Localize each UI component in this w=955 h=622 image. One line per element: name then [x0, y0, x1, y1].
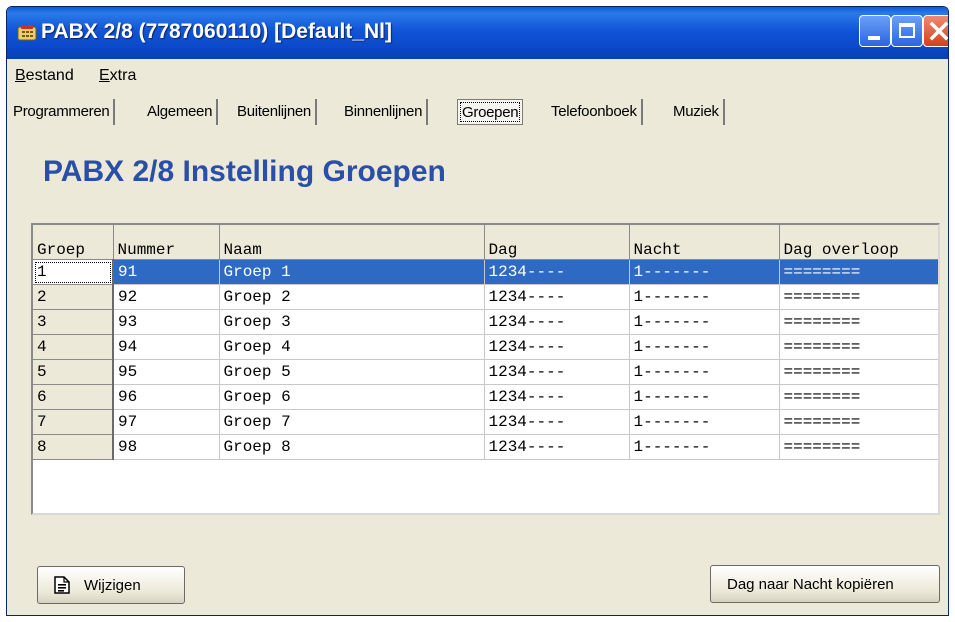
cell-dag[interactable]: 1234----	[484, 309, 630, 335]
col-header-nacht[interactable]: Nacht	[629, 225, 780, 260]
cell-dag-overloop[interactable]: ========	[779, 259, 938, 285]
menu-bestand-label: estand	[25, 67, 74, 84]
dag-naar-nacht-kopieren-button[interactable]: Dag naar Nacht kopiëren	[710, 565, 940, 603]
cell-nummer[interactable]: 96	[113, 384, 220, 410]
cell-nummer[interactable]: 97	[113, 409, 220, 435]
table-row[interactable]: 5 95 Groep 5 1234---- 1------- ========	[33, 359, 938, 385]
dag-naar-nacht-label: Dag naar Nacht kopiëren	[727, 576, 894, 593]
cell-dag-overloop[interactable]: ========	[779, 434, 938, 460]
table-row[interactable]: 4 94 Groep 4 1234---- 1------- ========	[33, 334, 938, 360]
cell-naam[interactable]: Groep 6	[219, 384, 485, 410]
menu-extra-label: xtra	[109, 67, 137, 84]
cell-dag-overloop[interactable]: ========	[779, 309, 938, 335]
cell-nummer[interactable]: 92	[113, 284, 220, 310]
cell-naam[interactable]: Groep 2	[219, 284, 485, 310]
cell-nacht[interactable]: 1-------	[629, 434, 780, 460]
cell-nummer[interactable]: 94	[113, 334, 220, 360]
table-row[interactable]: 8 98 Groep 8 1234---- 1------- ========	[33, 434, 938, 460]
cell-dag-overloop[interactable]: ========	[779, 409, 938, 435]
col-header-naam[interactable]: Naam	[219, 225, 485, 260]
row-header[interactable]: 4	[33, 334, 114, 360]
menu-extra-accel: E	[99, 67, 110, 84]
cell-nacht[interactable]: 1-------	[629, 384, 780, 410]
row-header[interactable]: 6	[33, 384, 114, 410]
minimize-button[interactable]	[859, 15, 891, 47]
cell-naam[interactable]: Groep 7	[219, 409, 485, 435]
page-title: PABX 2/8 Instelling Groepen	[43, 155, 446, 188]
menu-bestand[interactable]: Bestand	[15, 67, 74, 85]
tab-groepen[interactable]: Groepen	[457, 99, 524, 125]
cell-dag[interactable]: 1234----	[484, 359, 630, 385]
row-header[interactable]: 1	[33, 259, 114, 285]
cell-nummer[interactable]: 91	[113, 259, 220, 285]
cell-dag[interactable]: 1234----	[484, 434, 630, 460]
col-header-nummer[interactable]: Nummer	[113, 225, 220, 260]
title-bar[interactable]: PABX 2/8 (7787060110) [Default_Nl]	[7, 7, 948, 59]
tab-binnenlijnen[interactable]: Binnenlijnen	[340, 99, 429, 125]
cell-dag-overloop[interactable]: ========	[779, 359, 938, 385]
cell-naam[interactable]: Groep 3	[219, 309, 485, 335]
cell-dag-overloop[interactable]: ========	[779, 334, 938, 360]
row-header[interactable]: 3	[33, 309, 114, 335]
table-row[interactable]: 1 91 Groep 1 1234---- 1------- ========	[33, 259, 938, 285]
tab-strip: Programmeren Algemeen Buitenlijnen Binne…	[7, 97, 948, 131]
tab-algemeen[interactable]: Algemeen	[143, 99, 219, 125]
col-header-dag-overloop[interactable]: Dag overloop	[779, 225, 938, 260]
cell-nacht[interactable]: 1-------	[629, 284, 780, 310]
menu-extra[interactable]: Extra	[99, 67, 136, 85]
close-icon	[929, 21, 948, 41]
cell-nummer[interactable]: 95	[113, 359, 220, 385]
row-header[interactable]: 7	[33, 409, 114, 435]
table-row[interactable]: 3 93 Groep 3 1234---- 1------- ========	[33, 309, 938, 335]
cell-nacht[interactable]: 1-------	[629, 309, 780, 335]
table-row[interactable]: 7 97 Groep 7 1234---- 1------- ========	[33, 409, 938, 435]
cell-nacht[interactable]: 1-------	[629, 409, 780, 435]
col-header-groep[interactable]: Groep	[33, 225, 114, 260]
maximize-button[interactable]	[891, 15, 923, 47]
table-row[interactable]: 6 96 Groep 6 1234---- 1------- ========	[33, 384, 938, 410]
cell-dag[interactable]: 1234----	[484, 284, 630, 310]
window-title: PABX 2/8 (7787060110) [Default_Nl]	[41, 20, 392, 43]
cell-dag[interactable]: 1234----	[484, 384, 630, 410]
cell-naam[interactable]: Groep 4	[219, 334, 485, 360]
document-icon	[54, 576, 70, 594]
cell-nummer[interactable]: 93	[113, 309, 220, 335]
row-header[interactable]: 5	[33, 359, 114, 385]
cell-dag[interactable]: 1234----	[484, 259, 630, 285]
grid-header-row: Groep Nummer Naam Dag Nacht Dag overloop	[33, 225, 938, 260]
wijzigen-label: Wijzigen	[84, 577, 141, 594]
close-button[interactable]	[923, 15, 948, 47]
cell-dag[interactable]: 1234----	[484, 409, 630, 435]
groups-grid[interactable]: Groep Nummer Naam Dag Nacht Dag overloop…	[31, 223, 940, 515]
maximize-icon	[899, 23, 915, 38]
cell-naam[interactable]: Groep 8	[219, 434, 485, 460]
minimize-icon	[868, 36, 880, 40]
phone-app-icon	[17, 25, 37, 41]
tab-buitenlijnen[interactable]: Buitenlijnen	[233, 99, 317, 125]
cell-dag[interactable]: 1234----	[484, 334, 630, 360]
groups-table: Groep Nummer Naam Dag Nacht Dag overloop…	[33, 225, 938, 460]
table-row[interactable]: 2 92 Groep 2 1234---- 1------- ========	[33, 284, 938, 310]
row-header[interactable]: 8	[33, 434, 114, 460]
app-window: PABX 2/8 (7787060110) [Default_Nl] Besta…	[6, 6, 949, 616]
cell-nummer[interactable]: 98	[113, 434, 220, 460]
cell-nacht[interactable]: 1-------	[629, 334, 780, 360]
row-header[interactable]: 2	[33, 284, 114, 310]
tab-programmeren[interactable]: Programmeren	[9, 99, 116, 125]
cell-nacht[interactable]: 1-------	[629, 259, 780, 285]
tab-muziek[interactable]: Muziek	[669, 99, 725, 125]
wijzigen-button[interactable]: Wijzigen	[37, 566, 185, 604]
menu-bestand-accel: B	[15, 67, 26, 84]
col-header-dag[interactable]: Dag	[484, 225, 630, 260]
cell-dag-overloop[interactable]: ========	[779, 284, 938, 310]
cell-naam[interactable]: Groep 5	[219, 359, 485, 385]
cell-dag-overloop[interactable]: ========	[779, 384, 938, 410]
cell-nacht[interactable]: 1-------	[629, 359, 780, 385]
cell-naam[interactable]: Groep 1	[219, 259, 485, 285]
tab-telefoonboek[interactable]: Telefoonboek	[547, 99, 643, 125]
menu-bar: Bestand Extra	[7, 59, 948, 91]
